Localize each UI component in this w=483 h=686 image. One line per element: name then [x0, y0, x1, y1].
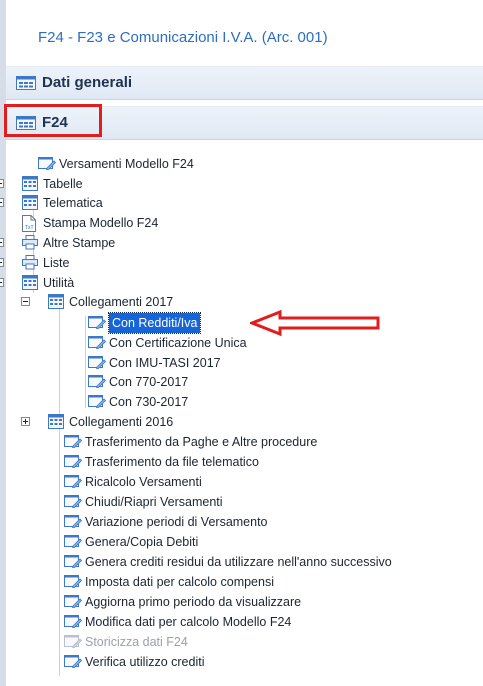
tree-item[interactable]: Collegamenti 2017 [0, 292, 483, 312]
tree-item-label: Ricalcolo Versamenti [85, 475, 202, 489]
tree-item-label: Versamenti Modello F24 [59, 157, 194, 171]
tree-item[interactable]: Tabelle [0, 174, 483, 194]
panel-label: Dati generali [42, 74, 133, 91]
form-icon [64, 434, 83, 454]
form-icon [64, 634, 83, 654]
tree-item[interactable]: Utilità [0, 273, 483, 293]
tree-item-label: Aggiorna primo periodo da visualizzare [85, 595, 302, 609]
tree-item[interactable]: Imposta dati per calcolo compensi [0, 572, 483, 592]
window-title: F24 - F23 e Comunicazioni I.V.A. (Arc. 0… [38, 29, 328, 46]
tree-item-label: Liste [43, 256, 70, 270]
tree-item[interactable]: Verifica utilizzo crediti [0, 652, 483, 672]
tree-item[interactable]: Con Certificazione Unica [0, 333, 483, 353]
tree-item[interactable]: Altre Stampe [0, 233, 483, 253]
tree-item[interactable]: Con Redditi/Iva [0, 312, 483, 335]
tree-item[interactable]: Con IMU-TASI 2017 [0, 353, 483, 373]
tree-item[interactable]: Modifica dati per calcolo Modello F24 [0, 612, 483, 632]
form-icon [64, 454, 83, 474]
tree-item[interactable]: Ricalcolo Versamenti [0, 472, 483, 492]
tree-item-label: Genera/Copia Debiti [85, 535, 199, 549]
tree-item-label: Collegamenti 2016 [69, 415, 174, 429]
form-icon [38, 156, 57, 176]
form-icon [88, 394, 107, 414]
form-icon [64, 494, 83, 514]
panel-dati-generali[interactable]: Dati generali [6, 66, 483, 100]
expand-toggle-icon[interactable] [21, 417, 30, 426]
tree-item[interactable]: Trasferimento da Paghe e Altre procedure [0, 432, 483, 452]
form-icon [64, 574, 83, 594]
tree-item-label: Altre Stampe [43, 236, 116, 250]
expand-toggle-icon[interactable] [0, 198, 4, 207]
tree-item[interactable]: Con 770-2017 [0, 372, 483, 392]
tree-item[interactable]: Trasferimento da file telematico [0, 452, 483, 472]
tree-item-label: Collegamenti 2017 [69, 295, 174, 309]
tree-item-label: Con 770-2017 [109, 375, 189, 389]
highlight-box [4, 104, 102, 137]
form-icon [64, 654, 83, 674]
tree-item-label: Variazione periodi di Versamento [85, 515, 268, 529]
tree-item-label: Tabelle [43, 177, 83, 191]
form-icon [64, 514, 83, 534]
tree-item-label: Con 730-2017 [109, 395, 189, 409]
tree-item-label: Stampa Modello F24 [43, 216, 159, 230]
form-icon [88, 315, 107, 335]
tree-item[interactable]: Versamenti Modello F24 [0, 154, 483, 174]
form-icon [64, 594, 83, 614]
tree-item-label: Imposta dati per calcolo compensi [85, 575, 274, 589]
tree-item[interactable]: Collegamenti 2016 [0, 412, 483, 432]
tree-item[interactable]: Liste [0, 253, 483, 273]
form-icon [64, 614, 83, 634]
tree-item[interactable]: Telematica [0, 193, 483, 213]
tree-item[interactable]: TxT Stampa Modello F24 [0, 213, 483, 233]
tree-item[interactable]: Genera/Copia Debiti [0, 532, 483, 552]
expand-toggle-icon[interactable] [0, 179, 4, 188]
tree-item[interactable]: Aggiorna primo periodo da visualizzare [0, 592, 483, 612]
tree-item-label: Con Redditi/Iva [107, 312, 202, 334]
tree-item[interactable]: Con 730-2017 [0, 392, 483, 412]
tree-item[interactable]: Genera crediti residui da utilizzare nel… [0, 552, 483, 572]
tree-item-label: Verifica utilizzo crediti [85, 655, 205, 669]
expand-toggle-icon[interactable] [0, 238, 4, 247]
form-icon [88, 335, 107, 355]
collapse-toggle-icon[interactable] [21, 297, 30, 306]
tree-item-label: Storicizza dati F24 [85, 635, 188, 649]
tree-item-label: Con Certificazione Unica [109, 336, 247, 350]
form-icon [64, 534, 83, 554]
tree-item-label: Genera crediti residui da utilizzare nel… [85, 555, 392, 569]
expand-toggle-icon[interactable] [0, 258, 4, 267]
tree-item-label: Trasferimento da Paghe e Altre procedure [85, 435, 318, 449]
form-icon [88, 374, 107, 394]
red-arrow-annotation [250, 310, 380, 336]
tree-item-label: Trasferimento da file telematico [85, 455, 259, 469]
tree-item-label: Con IMU-TASI 2017 [109, 356, 221, 370]
tree-item-label: Modifica dati per calcolo Modello F24 [85, 615, 292, 629]
collapse-toggle-icon[interactable] [0, 278, 4, 287]
table-icon [48, 294, 64, 315]
form-icon [64, 474, 83, 494]
tree-item-label: Chiudi/Riapri Versamenti [85, 495, 223, 509]
tree-item[interactable]: Variazione periodi di Versamento [0, 512, 483, 532]
tree-item-label: Utilità [43, 276, 75, 290]
tree-item-label: Telematica [43, 196, 103, 210]
svg-text:TxT: TxT [25, 225, 34, 231]
tree-item[interactable]: Storicizza dati F24 [0, 632, 483, 652]
grid-icon [16, 76, 36, 90]
tree-item[interactable]: Chiudi/Riapri Versamenti [0, 492, 483, 512]
form-icon [64, 554, 83, 574]
